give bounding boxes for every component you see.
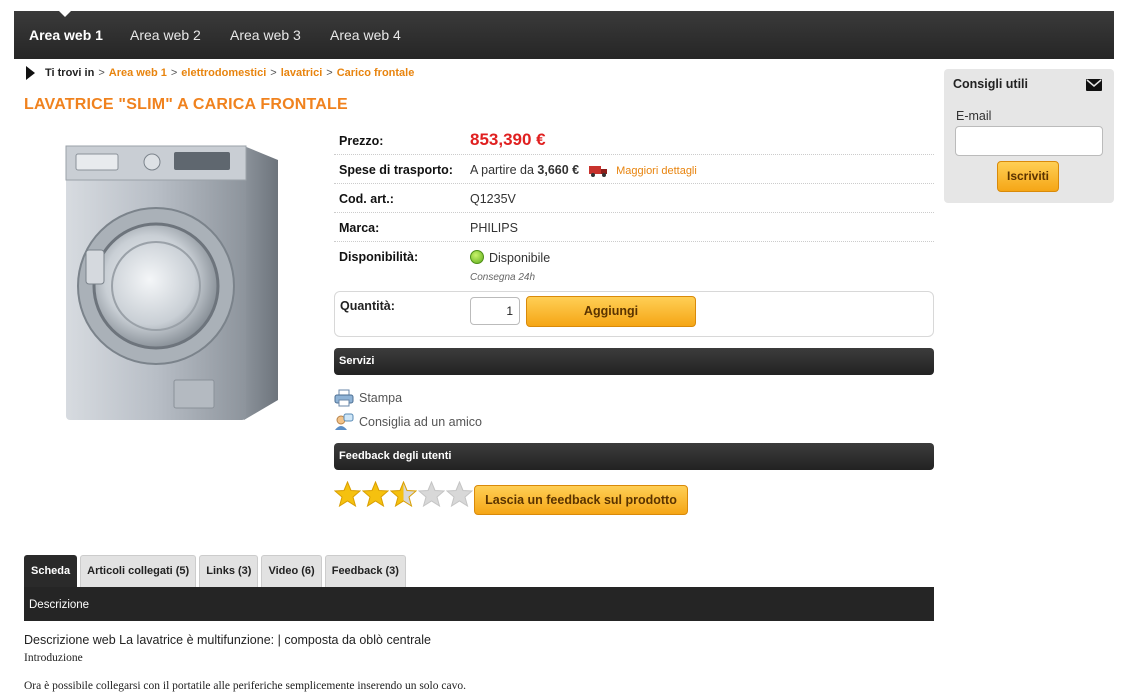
delivery-note: Consegna 24h xyxy=(470,272,536,283)
truck-icon xyxy=(588,165,607,177)
tab-video[interactable]: Video (6) xyxy=(261,555,322,587)
price-value: 853,390 € xyxy=(470,130,546,149)
description-intro: Introduzione xyxy=(24,652,83,664)
tab-scheda[interactable]: Scheda xyxy=(24,555,78,587)
email-input[interactable] xyxy=(955,126,1103,156)
breadcrumb-separator: > xyxy=(98,67,105,79)
leave-feedback-button[interactable]: Lascia un feedback sul prodotto xyxy=(474,485,688,515)
recommend-friend-icon xyxy=(335,413,354,430)
printer-icon xyxy=(334,389,354,407)
product-tabs: Scheda Articoli collegati (5) Links (3) … xyxy=(24,555,409,587)
code-row: Cod. art.: Q1235V xyxy=(334,184,934,213)
rating-star-icon[interactable] xyxy=(390,481,417,507)
nav-item-area-web-4[interactable]: Area web 4 xyxy=(330,11,401,59)
feedback-header: Feedback degli utenti xyxy=(334,443,934,470)
brand-row: Marca: PHILIPS xyxy=(334,213,934,242)
breadcrumb-link-elettrodomestici[interactable]: elettrodomestici xyxy=(181,67,266,79)
price-row: Prezzo: 853,390 € xyxy=(334,126,934,155)
newsletter-box: Consigli utili E-mail Iscriviti xyxy=(944,69,1114,203)
product-image xyxy=(65,145,278,420)
quantity-label: Quantità: xyxy=(340,299,395,313)
breadcrumb-separator: > xyxy=(170,67,178,79)
rating-stars[interactable] xyxy=(334,481,474,507)
rating-star-icon[interactable] xyxy=(418,481,445,507)
shipping-value-group: A partire da 3,660 € Maggiori dettagli xyxy=(470,163,697,177)
print-service[interactable]: Stampa xyxy=(334,389,402,407)
nav-item-area-web-1[interactable]: Area web 1 xyxy=(29,11,103,59)
subscribe-button[interactable]: Iscriviti xyxy=(997,161,1059,192)
rating-star-icon[interactable] xyxy=(446,481,473,507)
quantity-input[interactable]: 1 xyxy=(470,297,520,325)
product-title: LAVATRICE "SLIM" A CARICA FRONTALE xyxy=(24,96,348,113)
newsletter-title: Consigli utili xyxy=(953,77,1028,91)
breadcrumb-link-lavatrici[interactable]: lavatrici xyxy=(281,67,323,79)
tab-panel-title: Descrizione xyxy=(24,587,934,621)
smiley-icon xyxy=(470,250,484,264)
top-navigation: Area web 1 Area web 2 Area web 3 Area we… xyxy=(14,11,1114,59)
services-header: Servizi xyxy=(334,348,934,375)
shipping-label: Spese di trasporto: xyxy=(339,163,453,177)
nav-item-area-web-2[interactable]: Area web 2 xyxy=(130,11,201,59)
description-body: Ora è possibile collegarsi con il portat… xyxy=(24,680,466,692)
shipping-details-link[interactable]: Maggiori dettagli xyxy=(616,165,697,177)
recommend-service[interactable]: Consiglia ad un amico xyxy=(334,413,482,431)
email-label: E-mail xyxy=(956,109,992,123)
rating-star-icon[interactable] xyxy=(334,481,361,507)
breadcrumb-link-area-web-1[interactable]: Area web 1 xyxy=(109,67,167,79)
product-details: Prezzo: 853,390 € Spese di trasporto: A … xyxy=(334,126,934,288)
breadcrumb-prefix: Ti trovi in xyxy=(45,67,95,79)
rating-star-icon[interactable] xyxy=(362,481,389,507)
brand-label: Marca: xyxy=(339,221,380,235)
availability-row: Disponibilità: Disponibile xyxy=(334,242,934,288)
shipping-value: 3,660 € xyxy=(537,163,580,177)
tab-articoli-collegati[interactable]: Articoli collegati (5) xyxy=(80,555,197,587)
shipping-row: Spese di trasporto: A partire da 3,660 €… xyxy=(334,155,934,184)
envelope-icon xyxy=(1086,79,1102,91)
quantity-box: Quantità: 1 Aggiungi xyxy=(334,291,934,337)
code-value: Q1235V xyxy=(470,192,516,206)
add-to-cart-button[interactable]: Aggiungi xyxy=(526,296,696,327)
print-label: Stampa xyxy=(359,391,403,405)
availability-value-group: Disponibile xyxy=(470,250,550,265)
description-text: Descrizione web La lavatrice è multifunz… xyxy=(24,633,431,647)
shipping-prefix: A partire da xyxy=(470,163,534,177)
nav-item-area-web-3[interactable]: Area web 3 xyxy=(230,11,301,59)
availability-value: Disponibile xyxy=(489,251,551,265)
tab-feedback[interactable]: Feedback (3) xyxy=(324,555,406,587)
breadcrumb: Ti trovi in > Area web 1 > elettrodomest… xyxy=(26,66,414,80)
availability-label: Disponibilità: xyxy=(339,250,419,264)
recommend-label: Consiglia ad un amico xyxy=(359,415,482,429)
breadcrumb-link-carico-frontale[interactable]: Carico frontale xyxy=(337,67,415,79)
tab-links[interactable]: Links (3) xyxy=(199,555,259,587)
price-label: Prezzo: xyxy=(339,134,384,148)
breadcrumb-arrow-icon xyxy=(26,66,35,80)
brand-value: PHILIPS xyxy=(470,221,518,235)
code-label: Cod. art.: xyxy=(339,192,394,206)
breadcrumb-separator: > xyxy=(326,67,333,79)
breadcrumb-separator: > xyxy=(270,67,277,79)
